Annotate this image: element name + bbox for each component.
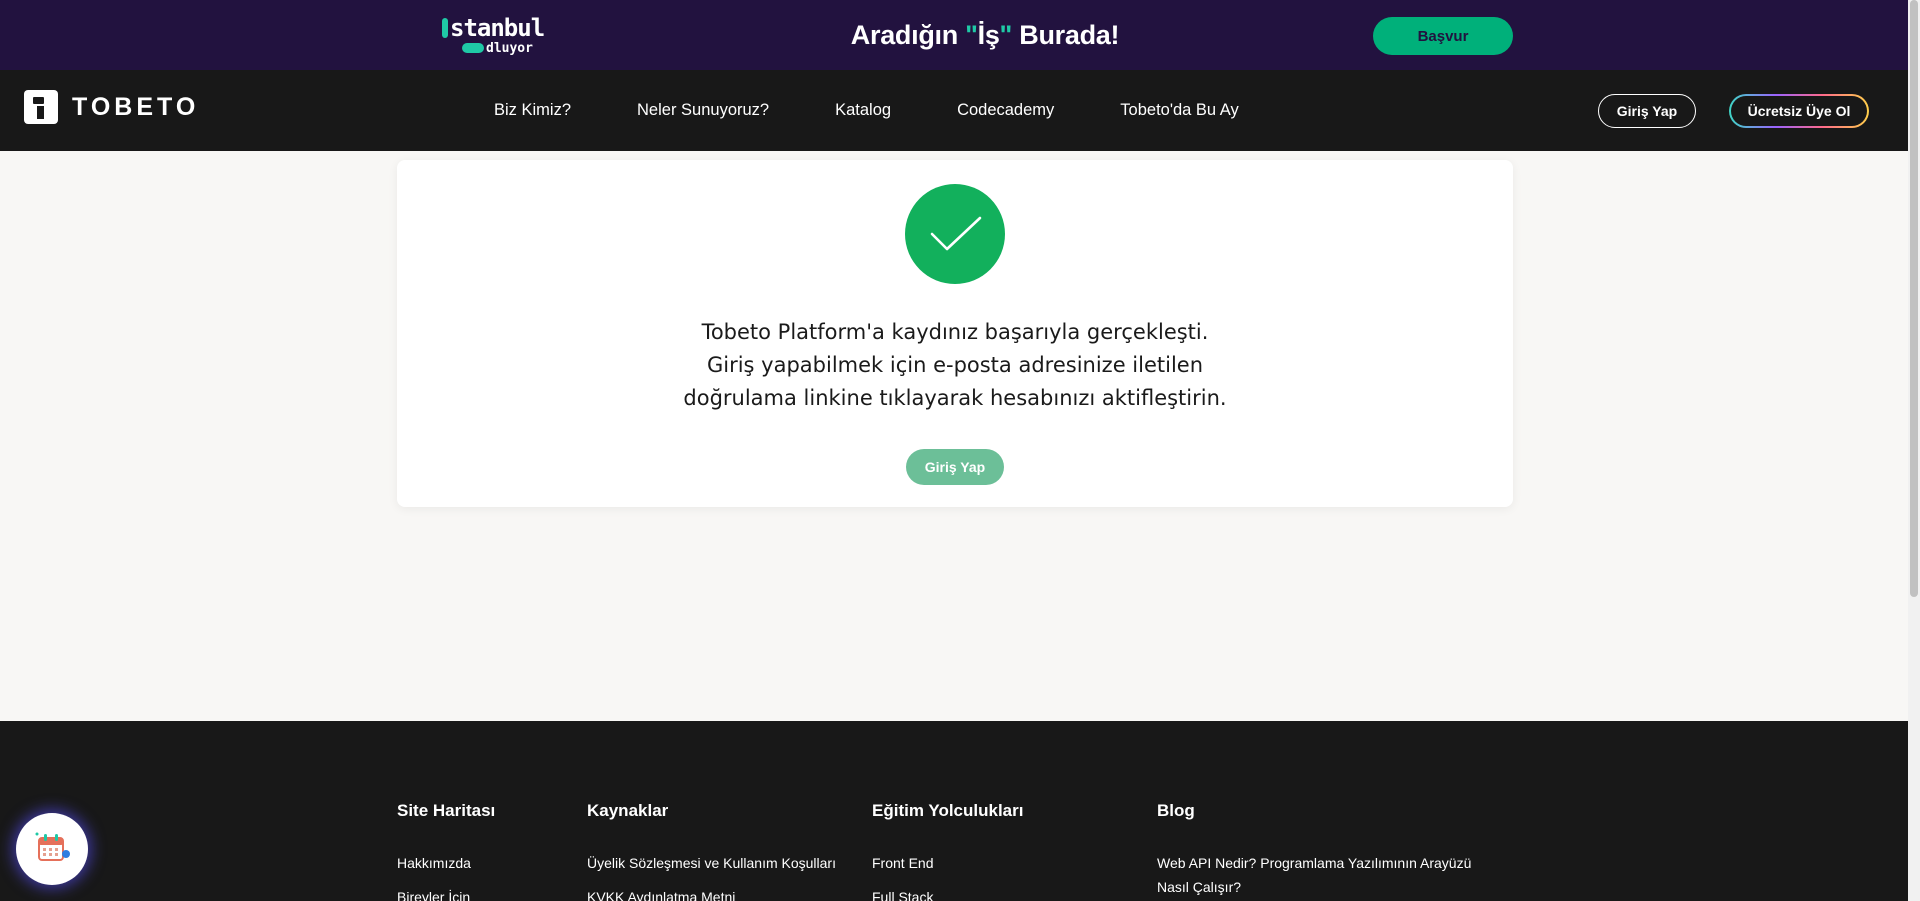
login-button[interactable]: Giriş Yap bbox=[1598, 94, 1696, 128]
footer-link-blog-post[interactable]: Web API Nedir? Programlama Yazılımının A… bbox=[1157, 851, 1497, 899]
success-message-line: Giriş yapabilmek için e-posta adresinize… bbox=[706, 353, 1204, 377]
logo-i-bar bbox=[442, 18, 448, 38]
logo-line2: dluyor bbox=[486, 41, 533, 56]
signup-button-border: Ücretsiz Üye Ol bbox=[1729, 94, 1869, 128]
footer-link-front-end[interactable]: Front End bbox=[872, 851, 1023, 875]
footer-link-full-stack[interactable]: Full Stack bbox=[872, 885, 1023, 901]
promo-banner: stanbul dluyor Aradığın "İş" Burada! Baş… bbox=[0, 0, 1908, 70]
main-navbar: TOBETO Biz Kimiz? Neler Sunuyoruz? Katal… bbox=[0, 70, 1908, 151]
logo-k-pill bbox=[462, 43, 484, 53]
nav-link-tobeto-bu-ay[interactable]: Tobeto'da Bu Ay bbox=[1120, 101, 1238, 120]
success-message-line: doğrulama linkine tıklayarak hesabınızı … bbox=[683, 386, 1227, 410]
footer-link-hakkimizda[interactable]: Hakkımızda bbox=[397, 851, 495, 875]
check-icon bbox=[905, 184, 1005, 284]
apply-button[interactable]: Başvur bbox=[1373, 17, 1513, 55]
promo-quote-close: " bbox=[999, 20, 1013, 50]
nav-menu: Biz Kimiz? Neler Sunuyoruz? Katalog Code… bbox=[494, 70, 1239, 151]
scrollbar-thumb[interactable] bbox=[1910, 0, 1918, 597]
success-message-line: Tobeto Platform'a kaydınız başarıyla ger… bbox=[701, 320, 1209, 344]
footer-column-title: Kaynaklar bbox=[587, 801, 669, 820]
footer-column-resources: Kaynaklar Üyelik Sözleşmesi ve Kullanım … bbox=[587, 801, 836, 901]
tobeto-logo[interactable]: TOBETO bbox=[24, 89, 199, 125]
nav-link-neler-sunuyoruz[interactable]: Neler Sunuyoruz? bbox=[637, 101, 769, 120]
footer-column-site-map: Site Haritası Hakkımızda Bireyler İçin bbox=[397, 801, 495, 901]
footer-column-title: Site Haritası bbox=[397, 801, 496, 820]
footer-link-membership-terms[interactable]: Üyelik Sözleşmesi ve Kullanım Koşulları bbox=[587, 851, 836, 875]
promo-headline-prefix: Aradığın bbox=[850, 20, 966, 50]
registration-success-card: Tobeto Platform'a kaydınız başarıyla ger… bbox=[397, 160, 1513, 507]
footer-column-blog: Blog Web API Nedir? Programlama Yazılımı… bbox=[1157, 801, 1497, 901]
page-scrollbar[interactable] bbox=[1908, 0, 1920, 901]
footer-column-education-journeys: Eğitim Yolculukları Front End Full Stack bbox=[872, 801, 1023, 901]
footer-link-kvkk[interactable]: KVKK Aydınlatma Metni bbox=[587, 885, 836, 901]
footer-column-title: Eğitim Yolculukları bbox=[872, 801, 1024, 820]
site-footer: Site Haritası Hakkımızda Bireyler İçin K… bbox=[0, 721, 1908, 901]
signup-button[interactable]: Ücretsiz Üye Ol bbox=[1731, 96, 1867, 126]
tobeto-logo-icon bbox=[24, 90, 58, 124]
istanbul-kodluyor-logo[interactable]: stanbul dluyor bbox=[442, 14, 554, 58]
calendar-widget-button[interactable] bbox=[16, 813, 88, 885]
footer-column-title: Blog bbox=[1157, 801, 1195, 820]
logo-line1: stanbul bbox=[450, 14, 545, 42]
promo-headline-suffix: Burada! bbox=[1012, 20, 1120, 50]
promo-quote-open: " bbox=[965, 20, 978, 50]
success-message: Tobeto Platform'a kaydınız başarıyla ger… bbox=[397, 316, 1513, 415]
brand-wordmark: TOBETO bbox=[72, 92, 200, 121]
footer-link-bireyler-icin[interactable]: Bireyler İçin bbox=[397, 885, 495, 901]
promo-headline-word: İş bbox=[977, 20, 1000, 50]
nav-link-codecademy[interactable]: Codecademy bbox=[957, 101, 1054, 120]
card-login-button[interactable]: Giriş Yap bbox=[906, 449, 1004, 485]
nav-link-katalog[interactable]: Katalog bbox=[835, 101, 891, 120]
calendar-icon bbox=[35, 832, 70, 861]
promo-headline: Aradığın "İş" Burada! bbox=[790, 16, 1180, 54]
check-icon-svg bbox=[930, 216, 982, 251]
nav-link-biz-kimiz[interactable]: Biz Kimiz? bbox=[494, 101, 571, 120]
